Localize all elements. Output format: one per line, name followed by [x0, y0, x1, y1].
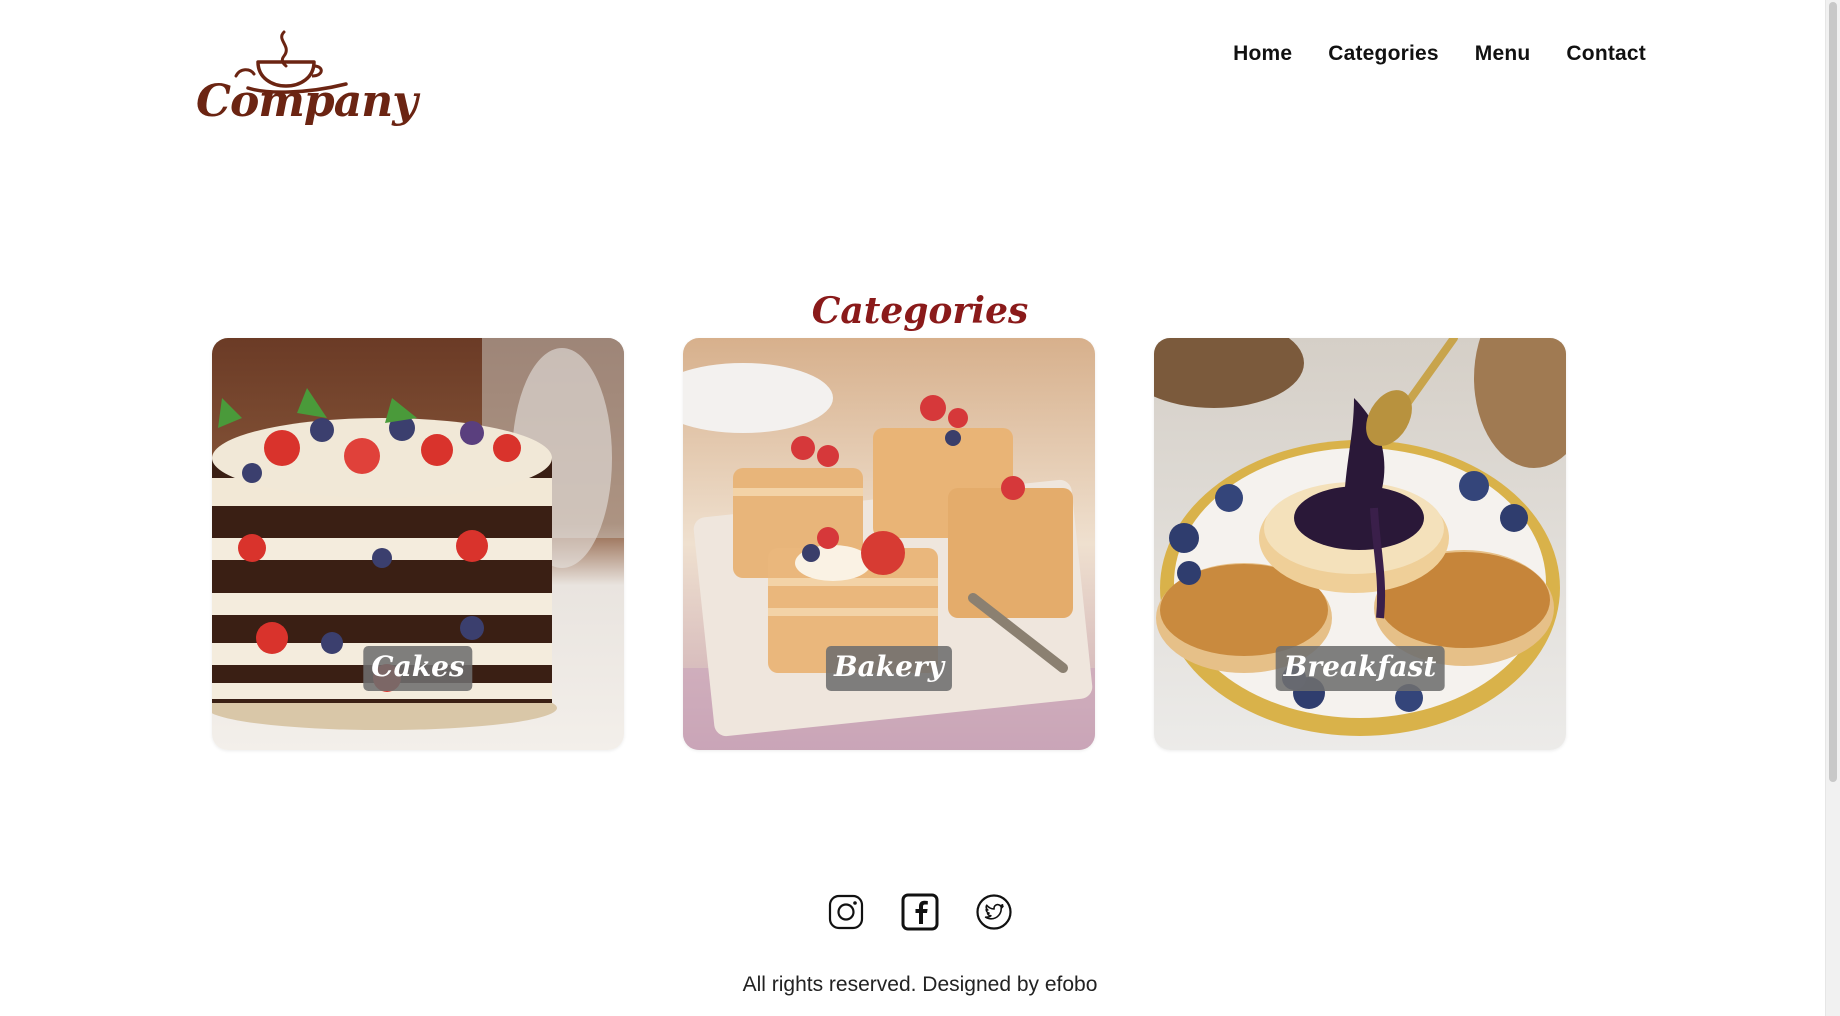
scrollbar-thumb[interactable]: [1829, 2, 1837, 782]
facebook-icon: [901, 893, 939, 931]
category-label-cakes: Cakes: [363, 646, 473, 691]
facebook-link[interactable]: [901, 893, 939, 931]
category-card-bakery[interactable]: Bakery: [683, 338, 1095, 750]
nav-categories-link[interactable]: Categories: [1328, 42, 1439, 66]
category-cards: Cakes Bakery Breakfast: [212, 338, 1566, 750]
twitter-icon: [976, 894, 1012, 930]
nav-home-link[interactable]: Home: [1233, 42, 1292, 66]
category-card-breakfast[interactable]: Breakfast: [1154, 338, 1566, 750]
page-scrollbar[interactable]: [1825, 0, 1840, 1016]
instagram-link[interactable]: [827, 893, 865, 931]
categories-heading: Categories: [811, 289, 1029, 332]
nav-contact-link[interactable]: Contact: [1566, 42, 1646, 66]
page: Company Home Categories Menu Contact Cat…: [0, 0, 1840, 1016]
site-header: Company Home Categories Menu Contact: [0, 0, 1826, 150]
main-nav: Home Categories Menu Contact: [1233, 42, 1646, 66]
instagram-icon: [828, 894, 864, 930]
social-links: [0, 893, 1840, 931]
nav-menu-link[interactable]: Menu: [1475, 42, 1531, 66]
copyright-text: All rights reserved. Designed by efobo: [742, 973, 1098, 996]
twitter-link[interactable]: [975, 893, 1013, 931]
category-card-cakes[interactable]: Cakes: [212, 338, 624, 750]
logo-text: Company: [196, 76, 418, 127]
category-label-breakfast: Breakfast: [1275, 646, 1445, 691]
category-label-bakery: Bakery: [825, 646, 953, 691]
company-logo: Company: [196, 28, 418, 138]
